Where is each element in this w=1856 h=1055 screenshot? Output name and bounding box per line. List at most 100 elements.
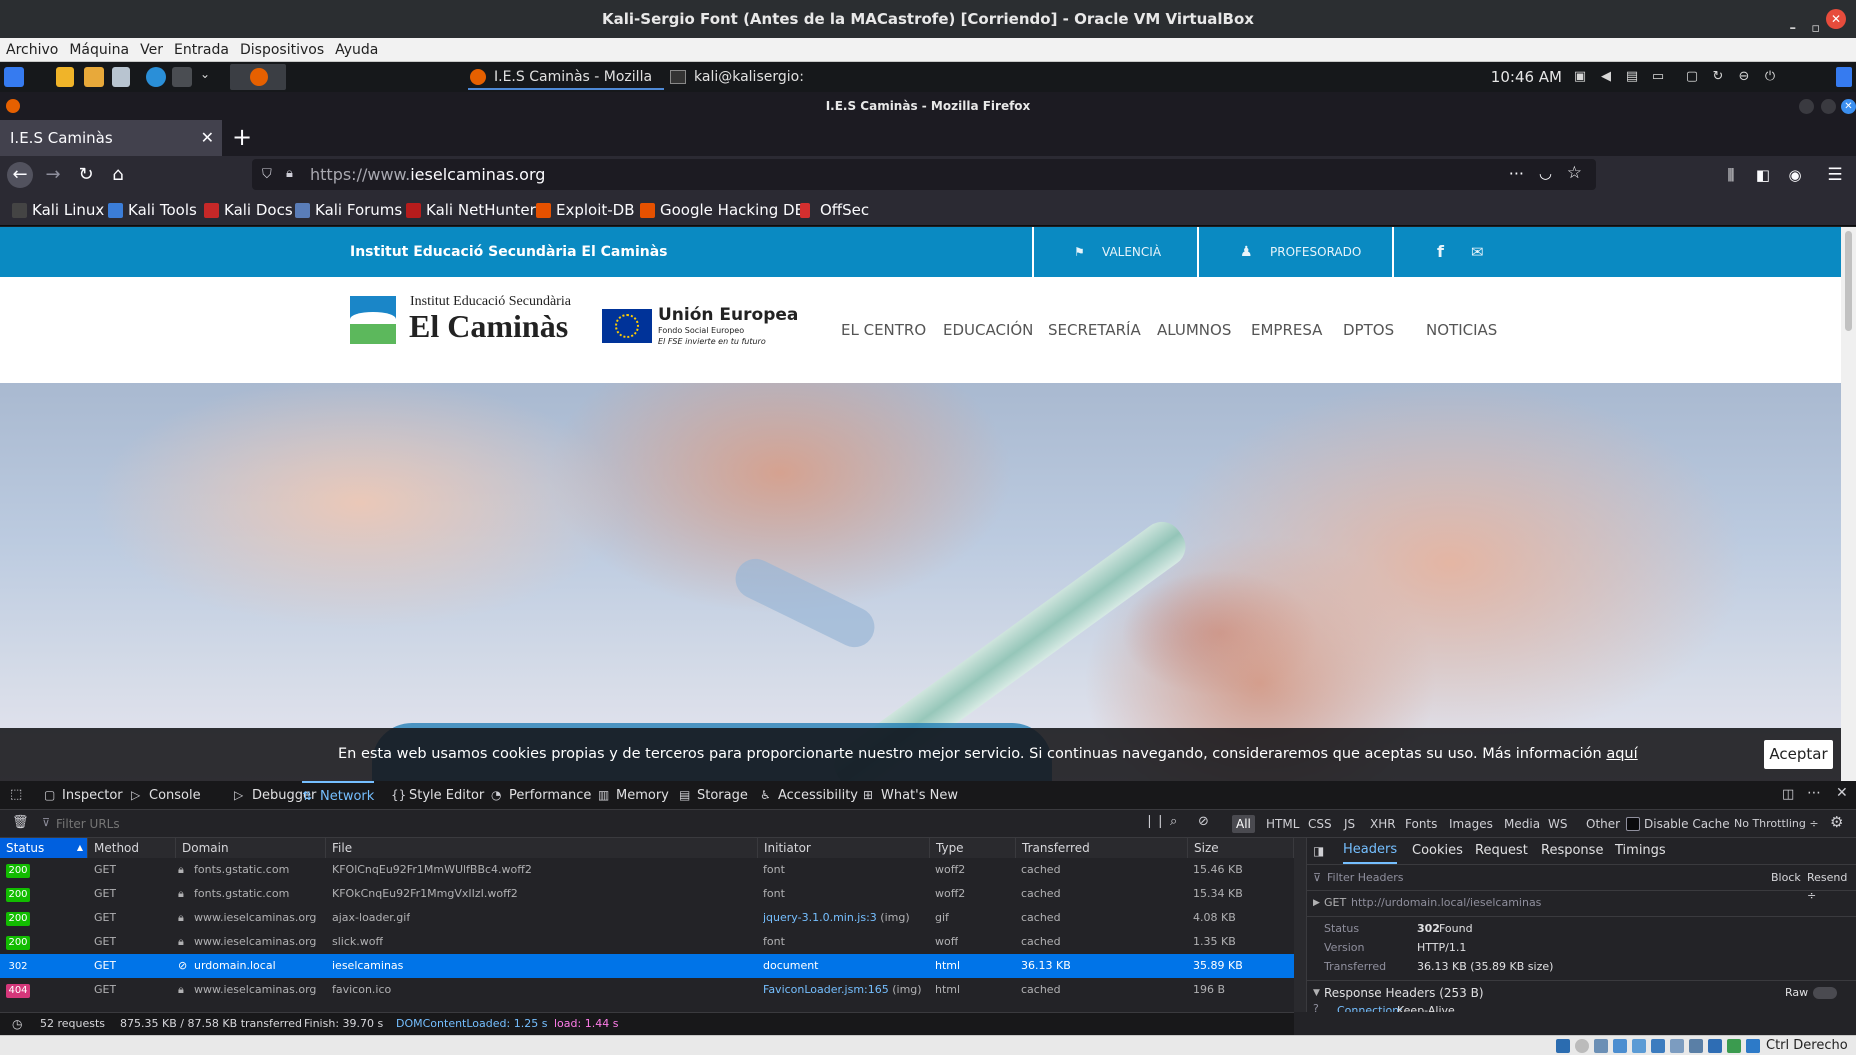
- menu-el-centro[interactable]: EL CENTRO: [841, 277, 926, 383]
- home-button[interactable]: ⌂: [105, 162, 131, 188]
- mouse-integration-icon[interactable]: [1727, 1039, 1741, 1053]
- filter-xhr[interactable]: XHR: [1366, 815, 1400, 833]
- lock-icon[interactable]: 🔒︎: [286, 166, 293, 181]
- col-domain[interactable]: Domain: [176, 838, 326, 858]
- dock-icon[interactable]: ◫: [1782, 787, 1794, 802]
- hard-disk-icon[interactable]: [1556, 1039, 1570, 1053]
- col-initiator[interactable]: Initiator: [758, 838, 930, 858]
- tab-accessibility[interactable]: ♿︎ Accessibility: [760, 781, 858, 810]
- col-transferred[interactable]: Transferred: [1016, 838, 1188, 858]
- tab-inspector[interactable]: ▢ Inspector: [44, 781, 123, 810]
- browser-icon[interactable]: [146, 67, 166, 87]
- search-icon[interactable]: ⌕: [1170, 814, 1177, 829]
- col-method[interactable]: Method: [88, 838, 176, 858]
- menu-educacion[interactable]: EDUCACIÓN: [943, 277, 1033, 383]
- text-editor-icon[interactable]: [112, 67, 130, 87]
- stopwatch-icon[interactable]: ◷: [12, 1013, 22, 1035]
- optical-drive-icon[interactable]: [1575, 1039, 1589, 1053]
- filter-js[interactable]: JS: [1340, 815, 1359, 833]
- menu-archivo[interactable]: Archivo: [0, 38, 63, 62]
- tab-whats-new[interactable]: ⊞ What's New: [863, 781, 958, 810]
- bookmark-kali-forums[interactable]: Kali Forums: [295, 194, 402, 226]
- page-scrollbar[interactable]: [1841, 227, 1856, 781]
- menu-maquina[interactable]: Máquina: [63, 38, 134, 62]
- pause-icon[interactable]: ❘❘: [1144, 814, 1166, 829]
- col-file[interactable]: File: [326, 838, 758, 858]
- staff-link[interactable]: PROFESORADO: [1270, 227, 1361, 277]
- filter-fonts[interactable]: Fonts: [1401, 815, 1441, 833]
- terminal-icon[interactable]: [172, 67, 192, 87]
- response-headers-title[interactable]: Response Headers (253 B): [1324, 984, 1484, 1002]
- resend-button[interactable]: Resend ÷: [1807, 869, 1856, 905]
- throttling-select[interactable]: No Throttling ÷: [1734, 815, 1819, 833]
- forward-button[interactable]: →: [40, 162, 66, 188]
- clock[interactable]: 10:46 AM: [1491, 62, 1562, 92]
- close-icon[interactable]: ✕: [1836, 785, 1848, 801]
- lock-icon[interactable]: ⊖: [1736, 69, 1752, 85]
- filter-all[interactable]: All: [1232, 815, 1255, 833]
- folder-icon[interactable]: [84, 67, 104, 87]
- accept-cookies-button[interactable]: Aceptar: [1764, 740, 1833, 769]
- user-icon[interactable]: [1836, 67, 1852, 87]
- network-icon[interactable]: ▣: [1572, 69, 1588, 85]
- block-button[interactable]: Block: [1771, 869, 1801, 887]
- tab-headers[interactable]: Headers: [1343, 838, 1398, 864]
- disable-cache-checkbox[interactable]: [1626, 817, 1640, 831]
- table-row[interactable]: 200 GET 🔒︎ fonts.gstatic.com KFOlCnqEu92…: [0, 858, 1294, 882]
- request-url[interactable]: http://urdomain.local/ieselcaminas: [1351, 894, 1541, 912]
- library-icon[interactable]: ⫼: [1718, 162, 1744, 188]
- filter-images[interactable]: Images: [1445, 815, 1497, 833]
- filter-headers-input[interactable]: Filter Headers: [1327, 869, 1404, 887]
- bookmark-offsec[interactable]: OffSec: [800, 194, 869, 226]
- refresh-icon[interactable]: ↻: [1710, 69, 1726, 85]
- maximize-icon[interactable]: [1821, 99, 1836, 114]
- menu-entrada[interactable]: Entrada: [168, 38, 234, 62]
- bookmark-exploit-db[interactable]: Exploit-DB: [536, 194, 635, 226]
- col-size[interactable]: Size: [1188, 838, 1294, 858]
- menu-empresa[interactable]: EMPRESA: [1251, 277, 1322, 383]
- bookmark-kali-tools[interactable]: Kali Tools: [108, 194, 197, 226]
- table-row[interactable]: 200 GET 🔒︎ www.ieselcaminas.org ajax-loa…: [0, 906, 1294, 930]
- chevron-down-icon[interactable]: ⌄: [200, 67, 210, 81]
- menu-alumnos[interactable]: ALUMNOS: [1157, 277, 1231, 383]
- toggle-sidebar-icon[interactable]: ◨: [1313, 844, 1324, 858]
- audio-icon[interactable]: [1594, 1039, 1608, 1053]
- close-tab-icon[interactable]: ✕: [201, 120, 214, 156]
- notifications-icon[interactable]: ▤: [1624, 69, 1640, 85]
- facebook-icon[interactable]: f: [1437, 227, 1444, 277]
- help-icon[interactable]: ?: [1313, 1000, 1319, 1012]
- table-scrollbar[interactable]: [1294, 838, 1306, 1012]
- cpu-icon[interactable]: [1708, 1039, 1722, 1053]
- back-button[interactable]: ←: [7, 162, 33, 188]
- bookmark-google-hacking-db[interactable]: Google Hacking DB: [640, 194, 805, 226]
- tab-memory[interactable]: ▥ Memory: [598, 781, 669, 810]
- url-bar[interactable]: ⛉ 🔒︎ https://www.ieselcaminas.org ··· ◡ …: [252, 159, 1596, 190]
- reload-button[interactable]: ↻: [73, 162, 99, 188]
- bookmark-kali-linux[interactable]: Kali Linux: [12, 194, 104, 226]
- account-icon[interactable]: ◉: [1782, 162, 1808, 188]
- recording-icon[interactable]: [1689, 1039, 1703, 1053]
- logo-title[interactable]: El Caminàs: [409, 308, 568, 345]
- usb-icon[interactable]: [1632, 1039, 1646, 1053]
- menu-secretaria[interactable]: SECRETARÍA: [1048, 277, 1141, 383]
- cookie-more-link[interactable]: aquí: [1606, 746, 1637, 762]
- browser-tab[interactable]: I.E.S Caminàs ✕: [0, 120, 222, 156]
- table-row[interactable]: 200 GET 🔒︎ fonts.gstatic.com KFOkCnqEu92…: [0, 882, 1294, 906]
- col-status[interactable]: Status ▲: [0, 838, 88, 858]
- table-row[interactable]: 404 GET 🔒︎ www.ieselcaminas.org favicon.…: [0, 978, 1294, 1002]
- tab-response[interactable]: Response: [1541, 838, 1603, 864]
- hamburger-menu-icon[interactable]: ☰: [1822, 162, 1848, 188]
- new-tab-icon[interactable]: +: [232, 120, 252, 154]
- pick-element-icon[interactable]: ⬚: [10, 787, 22, 802]
- raw-toggle[interactable]: [1813, 987, 1837, 999]
- bookmark-star-icon[interactable]: ☆: [1567, 163, 1582, 183]
- teacher-icon[interactable]: ♟: [1240, 227, 1253, 277]
- page-actions-icon[interactable]: ···: [1509, 164, 1524, 183]
- school-logo-icon[interactable]: [350, 296, 396, 344]
- filter-urls-input[interactable]: [56, 813, 356, 834]
- menu-dptos[interactable]: DPTOS: [1343, 277, 1394, 383]
- close-icon[interactable]: ✕: [1826, 9, 1846, 29]
- filter-other[interactable]: Other: [1582, 815, 1624, 833]
- tab-request[interactable]: Request: [1475, 838, 1528, 864]
- tab-timings[interactable]: Timings: [1615, 838, 1666, 864]
